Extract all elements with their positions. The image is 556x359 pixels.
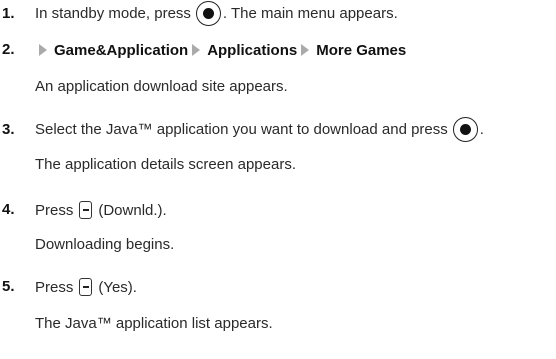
step-instruction: Press (Yes).: [35, 275, 137, 299]
arrow-right-icon: [39, 44, 47, 56]
step-description: The Java™ application list appears.: [35, 311, 273, 335]
instruction-text: Select the Java™ application you want to…: [35, 120, 448, 138]
description-text: The application details screen appears.: [35, 155, 296, 173]
step-description: The application details screen appears.: [35, 152, 296, 176]
left-soft-key-icon: [79, 278, 93, 296]
center-select-key-icon: [195, 0, 221, 26]
menu-path: Game&Application Applications More Games: [35, 38, 406, 62]
step-number: 1.: [2, 5, 15, 22]
instruction-text-after: (Downld.).: [98, 201, 167, 219]
instruction-text-after: . The main menu appears.: [222, 4, 398, 22]
instruction-text: In standby mode, press: [35, 4, 191, 22]
menu-path-item: Applications: [207, 41, 298, 59]
menu-path-item: More Games: [316, 41, 407, 59]
instruction-text: Press: [35, 278, 74, 296]
instruction-text: Press: [35, 201, 74, 219]
instruction-text-after: (Yes).: [98, 278, 137, 296]
step-number: 2.: [2, 41, 15, 58]
arrow-right-icon: [301, 44, 310, 56]
center-select-key-icon: [452, 116, 478, 142]
menu-path-item: Game&Application: [54, 41, 189, 59]
arrow-right-icon: [192, 44, 201, 56]
step-description: Downloading begins.: [35, 232, 174, 256]
step-number: 3.: [2, 121, 15, 138]
instruction-text-after: .: [479, 120, 484, 138]
left-soft-key-icon: [79, 201, 93, 219]
step-description: An application download site appears.: [35, 74, 288, 98]
step-number: 4.: [2, 201, 15, 218]
description-text: The Java™ application list appears.: [35, 314, 273, 332]
step-instruction: Press (Downld.).: [35, 198, 167, 222]
description-text: Downloading begins.: [35, 235, 175, 253]
step-number: 5.: [2, 278, 15, 295]
step-instruction: In standby mode, press . The main menu a…: [35, 0, 398, 26]
step-instruction: Select the Java™ application you want to…: [35, 116, 484, 142]
description-text: An application download site appears.: [35, 77, 288, 95]
